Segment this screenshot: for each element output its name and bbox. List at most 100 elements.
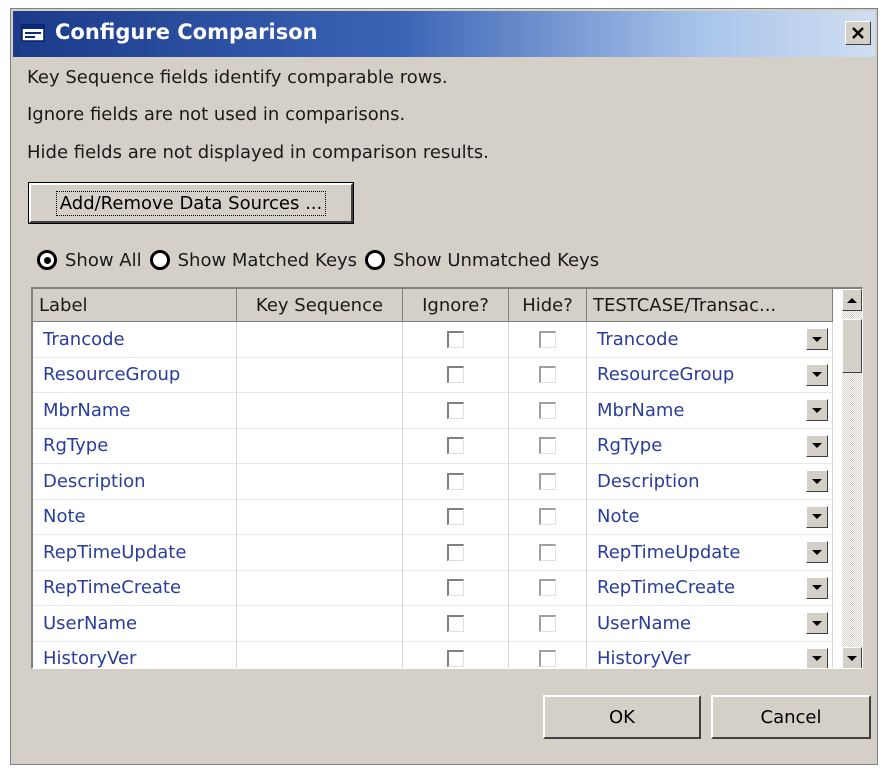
cell-source-field[interactable]: RgType (587, 428, 833, 464)
source-field-dropdown-button[interactable] (806, 470, 828, 492)
table-row[interactable]: RepTimeCreate RepTimeCreate (33, 570, 843, 606)
scroll-thumb[interactable] (842, 319, 862, 373)
cell-key-sequence[interactable] (237, 393, 403, 429)
source-field-value: RepTimeCreate (597, 577, 736, 599)
dialog-window-icon (21, 24, 45, 42)
cancel-button[interactable]: Cancel (711, 695, 871, 739)
cell-key-sequence[interactable] (237, 641, 403, 668)
table-row[interactable]: RepTimeUpdate RepTimeUpdate (33, 535, 843, 571)
add-remove-data-sources-button[interactable]: Add/Remove Data Sources ... (28, 182, 354, 224)
cell-label[interactable]: HistoryVer (33, 641, 237, 668)
cell-label[interactable]: Note (33, 499, 237, 535)
cell-source-field[interactable]: Trancode (587, 322, 833, 358)
ignore-checkbox[interactable] (447, 366, 464, 384)
hide-checkbox[interactable] (539, 614, 556, 632)
table-row[interactable]: RgType RgType (33, 428, 843, 464)
radio-show-all[interactable]: Show All (37, 250, 142, 271)
source-field-dropdown-button[interactable] (806, 647, 828, 668)
ignore-checkbox[interactable] (447, 401, 464, 419)
source-field-dropdown-button[interactable] (806, 505, 828, 528)
table-row[interactable]: HistoryVer HistoryVer (33, 641, 843, 669)
radio-show-matched-keys[interactable]: Show Matched Keys (149, 250, 357, 271)
cell-label[interactable]: RgType (33, 428, 237, 464)
hide-checkbox[interactable] (539, 579, 556, 597)
radio-show-unmatched-keys[interactable]: Show Unmatched Keys (365, 250, 599, 271)
chevron-down-icon (812, 656, 822, 661)
cell-source-field[interactable]: ResourceGroup (587, 357, 833, 393)
hide-checkbox[interactable] (539, 330, 556, 348)
ignore-checkbox[interactable] (447, 543, 464, 561)
ignore-checkbox[interactable] (447, 330, 464, 348)
cell-label[interactable]: Trancode (33, 322, 237, 358)
ignore-checkbox[interactable] (447, 437, 464, 455)
hide-checkbox[interactable] (539, 401, 556, 419)
cell-label[interactable]: Description (33, 464, 237, 500)
hide-checkbox[interactable] (539, 472, 556, 490)
cell-key-sequence[interactable] (237, 606, 403, 642)
table-row[interactable]: ResourceGroup ResourceGroup (33, 357, 843, 393)
close-button[interactable] (845, 21, 871, 45)
ignore-checkbox[interactable] (447, 650, 464, 668)
cell-hide (509, 464, 587, 500)
cell-source-field[interactable]: MbrName (587, 393, 833, 429)
table-row[interactable]: Note Note (33, 499, 843, 535)
cell-source-field[interactable]: RepTimeUpdate (587, 535, 833, 571)
cell-label[interactable]: ResourceGroup (33, 357, 237, 393)
source-field-dropdown-button[interactable] (806, 541, 828, 563)
column-header-label[interactable]: Label (33, 289, 237, 322)
column-header-ignore[interactable]: Ignore? (403, 289, 509, 322)
scroll-up-button[interactable] (842, 289, 862, 311)
hide-checkbox[interactable] (539, 543, 556, 561)
scroll-down-button[interactable] (842, 647, 862, 668)
radio-unchecked-icon (149, 250, 170, 270)
hide-checkbox[interactable] (539, 437, 556, 455)
cell-source-field[interactable]: Description (587, 464, 833, 500)
chevron-down-icon (812, 549, 822, 555)
column-header-hide[interactable]: Hide? (509, 289, 587, 322)
cell-label[interactable]: RepTimeCreate (33, 570, 237, 606)
source-field-dropdown-button[interactable] (806, 363, 828, 386)
ok-button[interactable]: OK (543, 695, 701, 739)
source-field-value: HistoryVer (597, 648, 691, 669)
ignore-checkbox[interactable] (447, 508, 464, 526)
source-field-value: UserName (597, 612, 692, 634)
title-bar[interactable]: Configure Comparison (13, 11, 875, 57)
cell-key-sequence[interactable] (237, 428, 403, 464)
vertical-scrollbar[interactable] (842, 289, 862, 668)
cell-key-sequence[interactable] (237, 464, 403, 500)
cell-key-sequence[interactable] (237, 499, 403, 535)
source-field-dropdown-button[interactable] (806, 399, 828, 421)
chevron-down-icon (812, 407, 822, 413)
cell-hide (509, 499, 587, 535)
hide-checkbox[interactable] (539, 366, 556, 384)
cell-source-field[interactable]: UserName (587, 606, 833, 642)
hide-checkbox[interactable] (539, 650, 556, 668)
column-header-testcase-transaction[interactable]: TESTCASE/Transac... (587, 289, 833, 322)
cell-key-sequence[interactable] (237, 535, 403, 571)
cell-source-field[interactable]: Note (587, 499, 833, 535)
source-field-dropdown-button[interactable] (806, 612, 828, 634)
cell-source-field[interactable]: HistoryVer (587, 641, 833, 669)
cell-key-sequence[interactable] (237, 357, 403, 393)
comparison-fields-table[interactable]: Label Key Sequence Ignore? Hide? TESTCAS… (31, 287, 863, 669)
cell-label[interactable]: MbrName (33, 393, 237, 429)
table-row[interactable]: UserName UserName (33, 606, 843, 642)
column-header-key-sequence[interactable]: Key Sequence (237, 289, 403, 322)
cell-key-sequence[interactable] (237, 322, 403, 358)
cell-key-sequence[interactable] (237, 570, 403, 606)
table-row[interactable]: Trancode Trancode (33, 322, 843, 358)
source-field-dropdown-button[interactable] (806, 328, 828, 350)
ignore-checkbox[interactable] (447, 614, 464, 632)
source-field-dropdown-button[interactable] (806, 434, 828, 457)
hide-checkbox[interactable] (539, 508, 556, 526)
source-field-dropdown-button[interactable] (806, 576, 828, 599)
ignore-checkbox[interactable] (447, 579, 464, 597)
cell-label[interactable]: UserName (33, 606, 237, 642)
ignore-checkbox[interactable] (447, 472, 464, 490)
radio-show-unmatched-keys-label: Show Unmatched Keys (393, 249, 600, 271)
table-row[interactable]: MbrName MbrName (33, 393, 843, 429)
cell-source-field[interactable]: RepTimeCreate (587, 570, 833, 606)
table-row[interactable]: Description Description (33, 464, 843, 500)
cell-ignore (403, 464, 509, 500)
cell-label[interactable]: RepTimeUpdate (33, 535, 237, 571)
